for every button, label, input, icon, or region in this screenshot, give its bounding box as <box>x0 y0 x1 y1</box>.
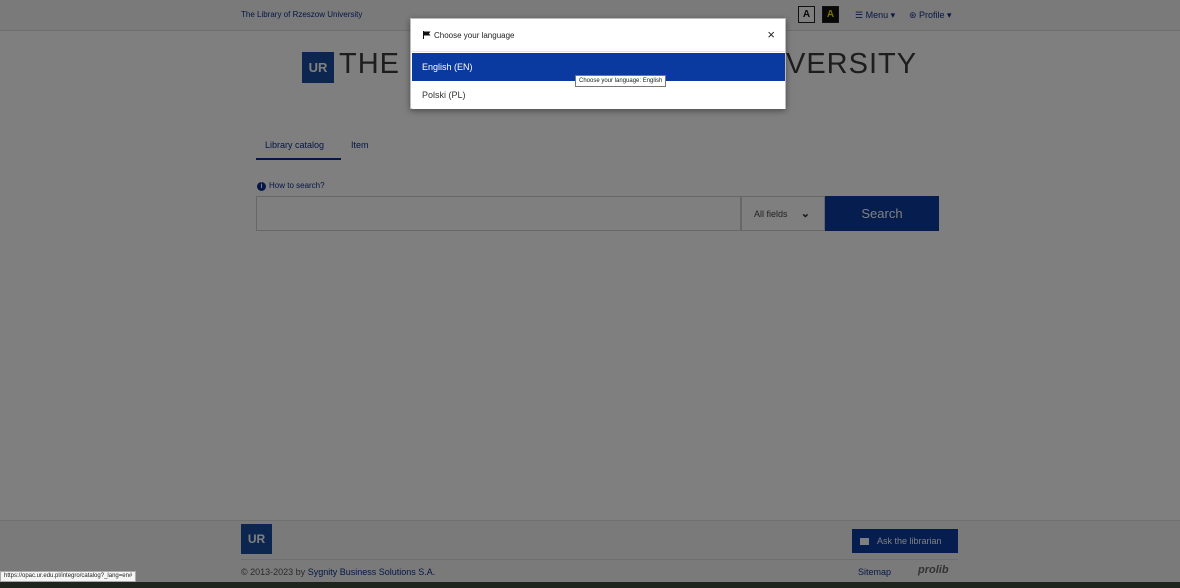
language-modal: Choose your language × English (EN) Pols… <box>410 18 786 109</box>
modal-header: Choose your language × <box>411 19 785 52</box>
close-icon[interactable]: × <box>767 28 775 42</box>
modal-title: Choose your language <box>423 31 515 40</box>
flag-icon <box>423 31 431 39</box>
language-tooltip: Choose your language: English <box>575 75 667 87</box>
modal-title-text: Choose your language <box>434 31 515 40</box>
status-bar-url: https://opac.ur.edu.pl/integro/catalog?_… <box>0 571 137 582</box>
